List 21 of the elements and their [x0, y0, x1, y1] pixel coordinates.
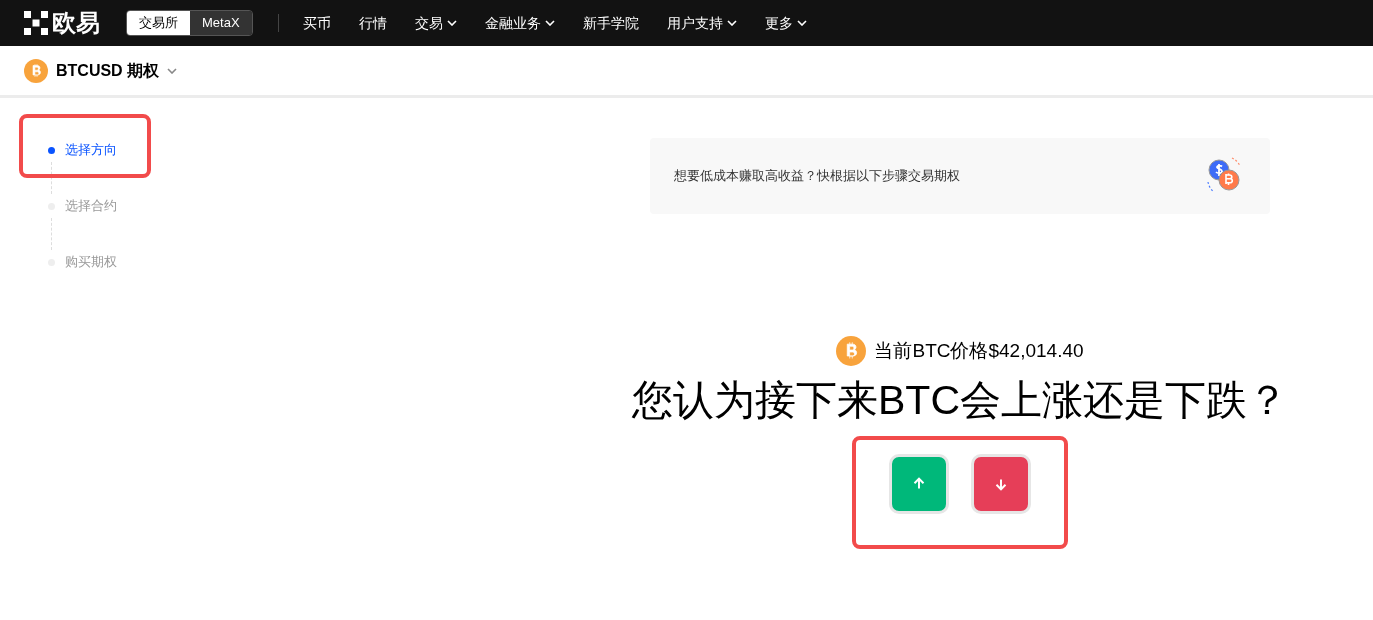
bitcoin-icon: [836, 336, 867, 366]
logo-icon: [24, 11, 48, 35]
bitcoin-icon: [24, 58, 48, 83]
nav-menu-item[interactable]: 新手学院: [582, 12, 639, 34]
switch-tab[interactable]: 交易所: [127, 11, 190, 35]
current-price: 当前BTC价格$42,014.40: [874, 338, 1084, 363]
nav-menu-item[interactable]: 买币: [302, 12, 331, 34]
up-arrow-button[interactable]: [889, 454, 949, 514]
nav-menu-item[interactable]: 行情: [358, 12, 387, 34]
banner-text: 想要低成本赚取高收益？快根据以下步骤交易期权: [674, 167, 960, 186]
nav-menu-item[interactable]: 用户支持: [666, 12, 737, 34]
nav-menu-item[interactable]: 交易: [414, 12, 457, 34]
caret-icon: [167, 67, 178, 74]
nav-menu-item[interactable]: 更多: [764, 12, 807, 34]
instrument-selector[interactable]: BTCUSD 期权: [56, 58, 178, 83]
question-heading: 您认为接下来BTC会上涨还是下跌？: [632, 376, 1288, 425]
down-arrow-button[interactable]: [971, 454, 1031, 514]
logo-text[interactable]: 欧易: [52, 11, 100, 35]
step-label[interactable]: 选择方向: [65, 140, 117, 160]
nav-menu-item[interactable]: 金融业务: [484, 12, 555, 34]
switch-tab[interactable]: MetaX: [190, 11, 252, 35]
